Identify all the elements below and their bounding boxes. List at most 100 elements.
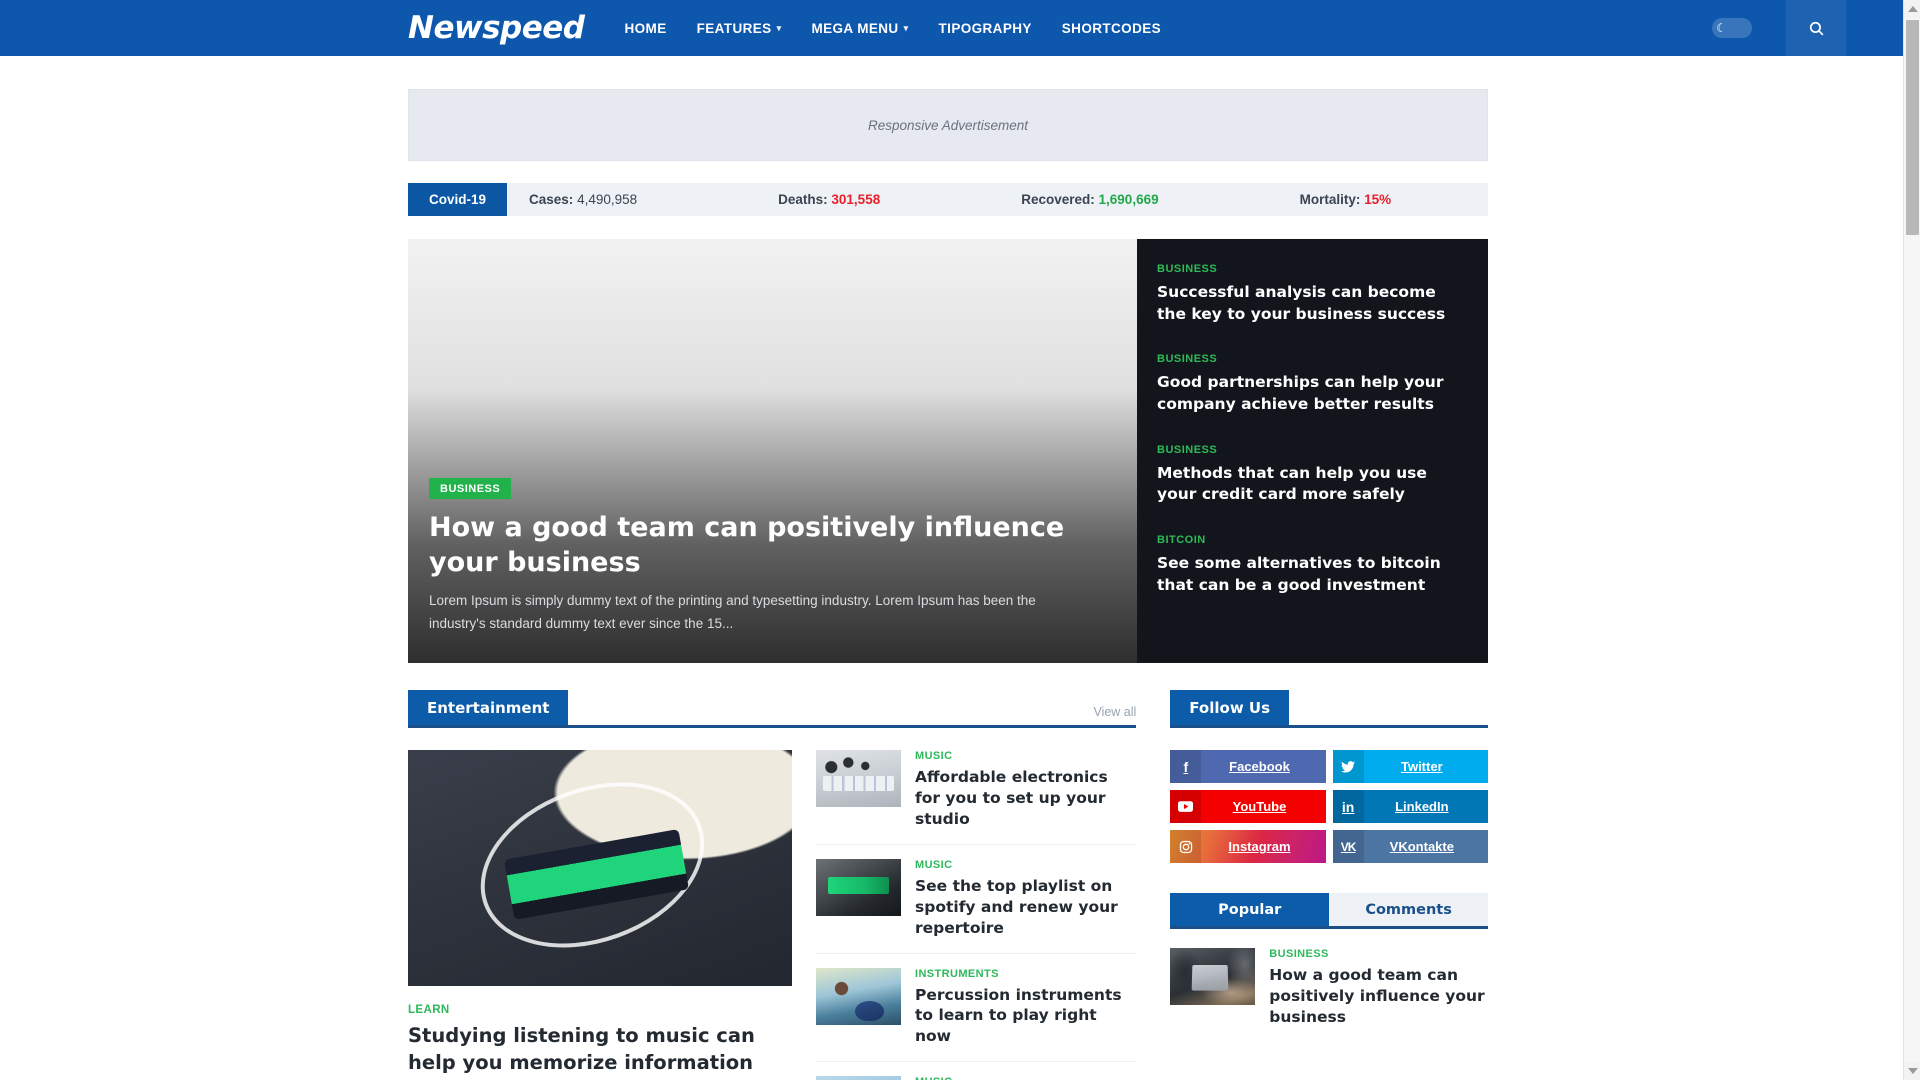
hero-category-badge[interactable]: BUSINESS	[429, 478, 512, 500]
header-actions: ☾	[1712, 0, 1846, 56]
covid-stats-bar: Covid-19 Cases: 4,490,958 Deaths: 301,55…	[408, 183, 1488, 216]
social-label: VKontakte	[1389, 839, 1454, 854]
scrollbar-thumb[interactable]	[1906, 20, 1919, 235]
page-viewport: Newspeed HOME FEATURES ▾ MEGA MENU ▾ TIPOG…	[0, 0, 1903, 1080]
stat-label: Deaths:	[778, 192, 828, 207]
side-item-title: Good partnerships can help your company …	[1157, 373, 1444, 414]
sidebar-tabs: Popular Comments	[1170, 893, 1489, 929]
nav-label: TIPOGRAPHY	[938, 20, 1032, 36]
social-label: Instagram	[1228, 839, 1291, 854]
side-item-title: See some alternatives to bitcoin that ca…	[1157, 554, 1441, 594]
side-item-category: BITCOIN	[1157, 534, 1206, 547]
list-item-category: MUSIC	[915, 858, 953, 871]
sidebar-column: Follow Us f Facebook Twitter YouTube in …	[1170, 690, 1489, 1080]
nav-item-tipography[interactable]: TIPOGRAPHY	[939, 21, 1032, 36]
nav-item-mega-menu[interactable]: MEGA MENU ▾	[811, 21, 908, 36]
feature-image	[408, 750, 792, 986]
feature-category: LEARN	[408, 1004, 450, 1016]
covid-stat-list: Cases: 4,490,958 Deaths: 301,558 Recover…	[507, 183, 1488, 216]
chevron-down-icon: ▾	[903, 22, 909, 33]
covid-stat-mortality: Mortality: 15%	[1300, 192, 1392, 207]
social-label: Twitter	[1400, 759, 1443, 774]
ad-label: Responsive Advertisement	[867, 117, 1029, 133]
scroll-down-arrow[interactable]	[1904, 1062, 1920, 1080]
covid-stat-deaths: Deaths: 301,558	[778, 192, 880, 207]
entertainment-feature-article[interactable]: LEARN Studying listening to music can he…	[408, 750, 792, 1080]
chevron-down-icon: ▾	[776, 22, 782, 33]
nav-label: HOME	[624, 20, 667, 36]
hero-featured-article[interactable]: BUSINESS How a good team can positively …	[408, 239, 1137, 663]
dark-mode-toggle[interactable]: ☾	[1712, 18, 1752, 38]
section-title-entertainment[interactable]: Entertainment	[408, 690, 569, 725]
nav-label: SHORTCODES	[1061, 20, 1162, 36]
nav-item-home[interactable]: HOME	[625, 21, 667, 36]
list-item[interactable]: MUSIC Affordable electronics for you to …	[816, 750, 1137, 845]
hero-side-item[interactable]: BUSINESS Methods that can help you use y…	[1157, 444, 1466, 506]
social-link-vkontakte[interactable]: VK VKontakte	[1332, 830, 1488, 863]
responsive-advertisement: Responsive Advertisement	[408, 89, 1488, 161]
list-item-category: MUSIC	[915, 750, 953, 762]
popular-item-thumbnail	[1170, 948, 1256, 1005]
social-link-twitter[interactable]: Twitter	[1332, 750, 1488, 783]
content-container: Responsive Advertisement Covid-19 Cases:…	[408, 89, 1489, 1080]
stat-value: 15%	[1364, 192, 1392, 207]
list-item[interactable]: MUSIC	[816, 1076, 1136, 1080]
stat-label: Recovered:	[1021, 192, 1095, 207]
social-label: Facebook	[1229, 759, 1290, 774]
hero-section: BUSINESS How a good team can positively …	[408, 239, 1488, 663]
site-header: Newspeed HOME FEATURES ▾ MEGA MENU ▾ TIPOG…	[0, 0, 1903, 56]
hero-side-item[interactable]: BUSINESS Successful analysis can become …	[1157, 263, 1466, 325]
stat-value: 1,690,669	[1098, 192, 1159, 207]
site-logo[interactable]: Newspeed	[408, 12, 585, 44]
nav-label: FEATURES	[696, 20, 772, 36]
stat-value: 4,490,958	[577, 192, 638, 207]
twitter-icon	[1332, 750, 1364, 783]
social-link-linkedin[interactable]: in LinkedIn	[1332, 790, 1488, 823]
page-scrollbar[interactable]	[1903, 0, 1920, 1080]
stat-label: Mortality:	[1299, 192, 1361, 207]
view-all-link[interactable]: View all	[1093, 705, 1136, 725]
list-item-thumbnail	[816, 858, 901, 916]
list-item-title: Affordable electronics for you to set up…	[915, 768, 1108, 828]
list-item[interactable]: INSTRUMENTS Percussion instruments to le…	[816, 967, 1137, 1063]
side-item-category: BUSINESS	[1157, 443, 1218, 456]
stat-label: Cases:	[529, 192, 574, 207]
side-item-title: Successful analysis can become the key t…	[1157, 283, 1446, 323]
tab-popular[interactable]: Popular	[1170, 893, 1330, 926]
entertainment-body: LEARN Studying listening to music can he…	[408, 750, 1137, 1080]
nav-item-shortcodes[interactable]: SHORTCODES	[1062, 21, 1161, 36]
hero-title[interactable]: How a good team can positively influence…	[429, 511, 1069, 580]
list-item-thumbnail	[816, 967, 901, 1025]
vk-icon: VK	[1332, 830, 1364, 863]
social-label: LinkedIn	[1395, 799, 1449, 814]
page-root: Newspeed HOME FEATURES ▾ MEGA MENU ▾ TIPOG…	[0, 0, 1920, 1080]
stat-value: 301,558	[831, 192, 881, 207]
hero-side-item[interactable]: BUSINESS Good partnerships can help your…	[1157, 353, 1466, 415]
social-link-facebook[interactable]: f Facebook	[1170, 750, 1326, 783]
side-item-category: BUSINESS	[1157, 353, 1218, 366]
hero-side-list: BUSINESS Successful analysis can become …	[1137, 239, 1488, 663]
list-item-thumbnail	[816, 750, 901, 807]
body-columns: Entertainment View all LEARN Studying li…	[408, 690, 1489, 1080]
search-button[interactable]	[1786, 0, 1846, 56]
social-link-youtube[interactable]: YouTube	[1170, 790, 1326, 823]
chevron-up-icon	[1907, 6, 1918, 12]
entertainment-article-list: MUSIC Affordable electronics for you to …	[816, 750, 1137, 1080]
social-link-instagram[interactable]: Instagram	[1170, 830, 1326, 863]
search-icon	[1809, 21, 1823, 35]
section-title-follow-us: Follow Us	[1170, 690, 1290, 725]
covid-stat-recovered: Recovered: 1,690,669	[1021, 192, 1158, 207]
popular-item-category: BUSINESS	[1269, 948, 1329, 960]
entertainment-section-header: Entertainment View all	[408, 690, 1137, 728]
nav-item-features[interactable]: FEATURES ▾	[697, 21, 782, 36]
popular-item-title: How a good team can positively influence…	[1269, 966, 1485, 1026]
social-links-grid: f Facebook Twitter YouTube in LinkedIn I…	[1170, 750, 1488, 863]
covid-stat-cases: Cases: 4,490,958	[529, 192, 637, 207]
scroll-up-arrow[interactable]	[1904, 0, 1920, 18]
tab-comments[interactable]: Comments	[1329, 893, 1489, 926]
hero-side-item[interactable]: BITCOIN See some alternatives to bitcoin…	[1157, 534, 1466, 596]
feature-title: Studying listening to music can help you…	[408, 1024, 755, 1080]
follow-us-header: Follow Us	[1170, 690, 1488, 728]
list-item[interactable]: MUSIC See the top playlist on spotify an…	[816, 858, 1137, 954]
popular-list-item[interactable]: BUSINESS How a good team can positively …	[1170, 948, 1488, 1028]
